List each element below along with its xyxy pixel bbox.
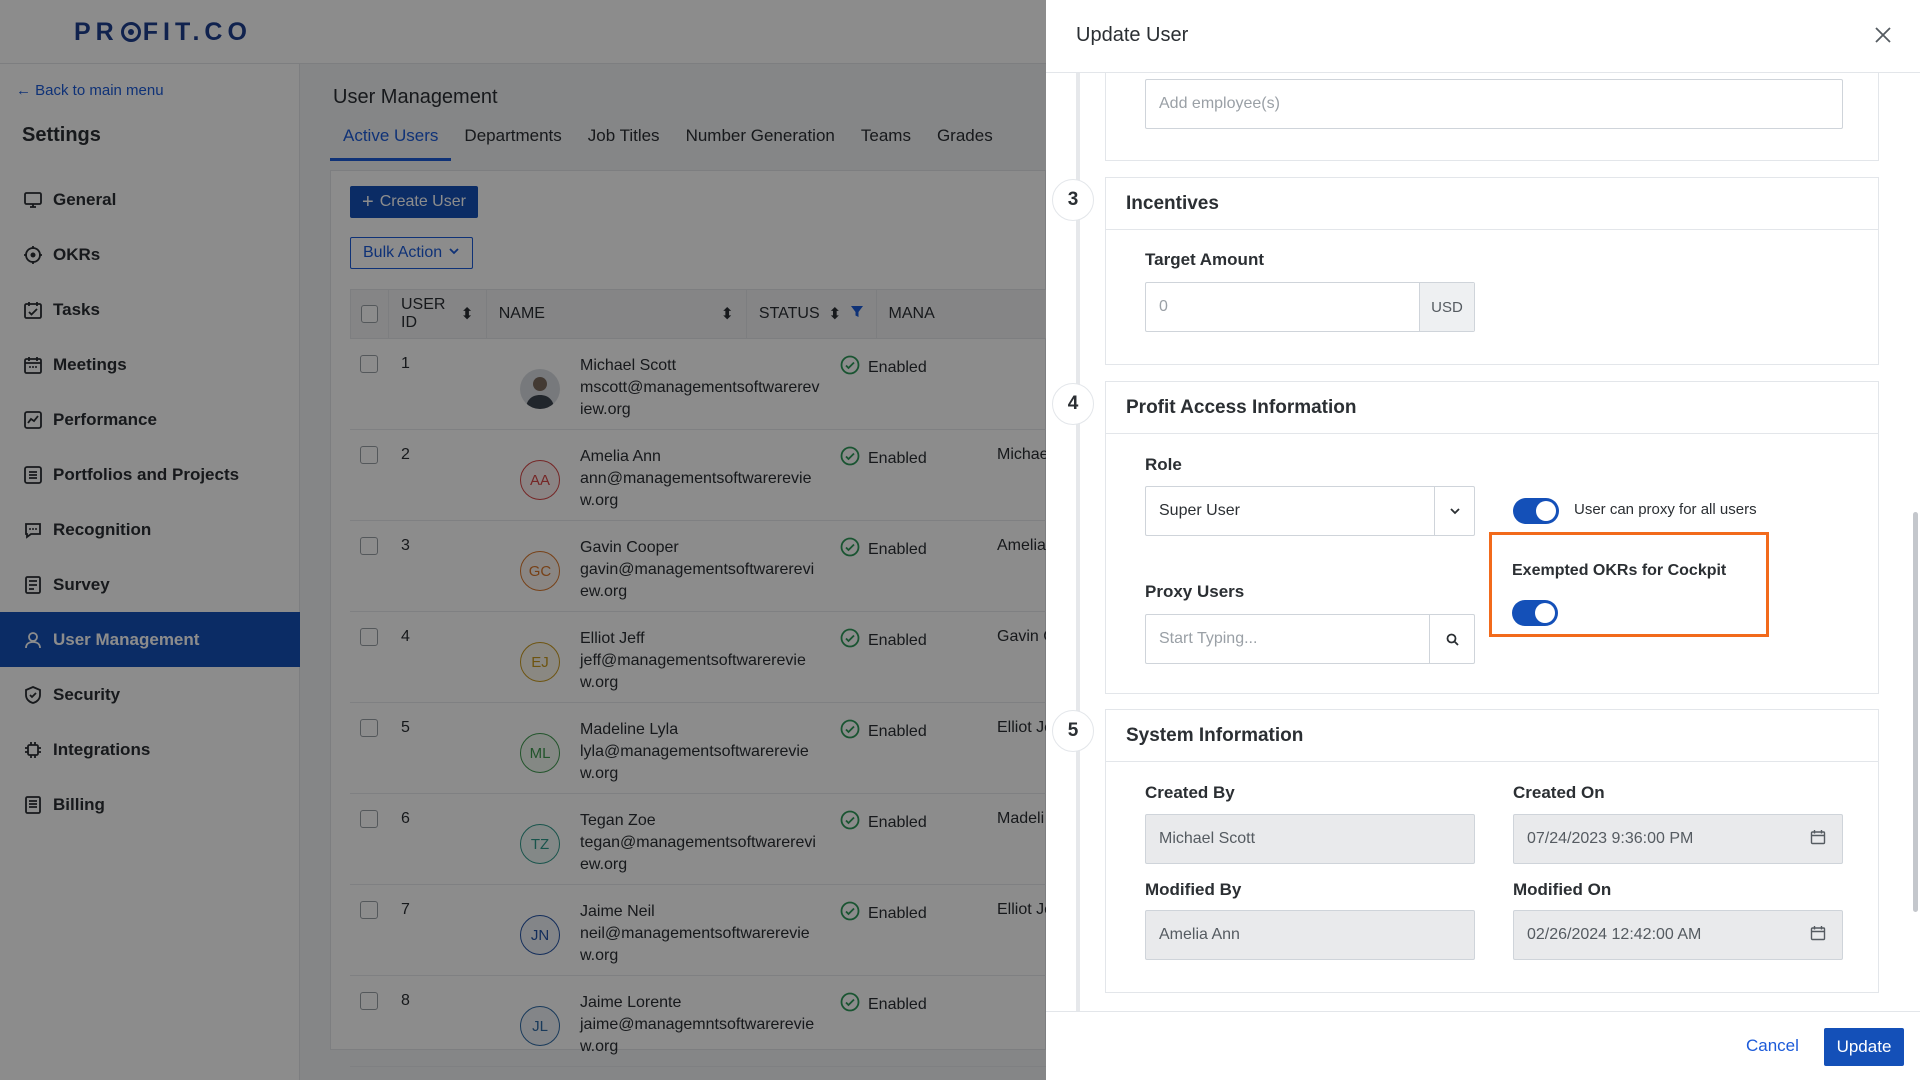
step-3-badge: 3	[1052, 179, 1094, 221]
step-4-badge: 4	[1052, 383, 1094, 425]
update-user-panel: Update User Add employee(s) 3 Incentives…	[1046, 0, 1920, 1080]
proxy-users-label: Proxy Users	[1145, 582, 1245, 601]
modified-on-field: 02/26/2024 12:42:00 AM	[1513, 910, 1843, 960]
modified-on-label: Modified On	[1513, 880, 1612, 899]
update-button[interactable]: Update	[1824, 1028, 1904, 1066]
currency-addon: USD	[1419, 283, 1474, 331]
panel-footer: Cancel Update	[1046, 1011, 1920, 1080]
calendar-icon	[1810, 925, 1826, 946]
add-employees-input[interactable]: Add employee(s)	[1145, 79, 1843, 129]
target-amount-label: Target Amount	[1145, 250, 1264, 269]
panel-header: Update User	[1046, 0, 1920, 73]
created-on-field: 07/24/2023 9:36:00 PM	[1513, 814, 1843, 864]
created-on-label: Created On	[1513, 783, 1605, 802]
proxy-users-input[interactable]: Start Typing...	[1145, 614, 1475, 664]
step-5-badge: 5	[1052, 710, 1094, 752]
profit-access-section: Profit Access Information Role Super Use…	[1105, 381, 1879, 694]
panel-scrollbar[interactable]	[1913, 512, 1918, 912]
close-icon[interactable]	[1874, 26, 1892, 49]
section-title: System Information	[1106, 710, 1878, 762]
role-select[interactable]: Super User	[1145, 486, 1475, 536]
incentives-section: Incentives Target Amount 0 USD	[1105, 177, 1879, 365]
role-label: Role	[1145, 455, 1182, 474]
exempted-okrs-label: Exempted OKRs for Cockpit	[1512, 562, 1727, 579]
modified-by-label: Modified By	[1145, 880, 1242, 899]
modified-by-field: Amelia Ann	[1145, 910, 1475, 960]
proxy-all-users-label: User can proxy for all users	[1574, 501, 1757, 518]
exempted-okrs-toggle[interactable]	[1512, 600, 1558, 626]
system-information-section: System Information Created By Michael Sc…	[1105, 709, 1879, 993]
panel-title: Update User	[1076, 24, 1189, 46]
section-title: Profit Access Information	[1106, 382, 1878, 434]
section-title: Incentives	[1106, 178, 1878, 230]
panel-body: Add employee(s) 3 Incentives Target Amou…	[1046, 73, 1920, 1011]
created-by-label: Created By	[1145, 783, 1235, 802]
calendar-icon	[1810, 829, 1826, 850]
chevron-down-icon[interactable]	[1434, 487, 1474, 535]
search-icon[interactable]	[1429, 615, 1474, 663]
created-by-field: Michael Scott	[1145, 814, 1475, 864]
proxy-all-users-toggle[interactable]	[1513, 498, 1559, 524]
modal-backdrop[interactable]	[0, 0, 1046, 1080]
cancel-button[interactable]: Cancel	[1746, 1036, 1799, 1056]
team-section: Add employee(s)	[1105, 73, 1879, 161]
target-amount-input[interactable]: 0 USD	[1145, 282, 1475, 332]
